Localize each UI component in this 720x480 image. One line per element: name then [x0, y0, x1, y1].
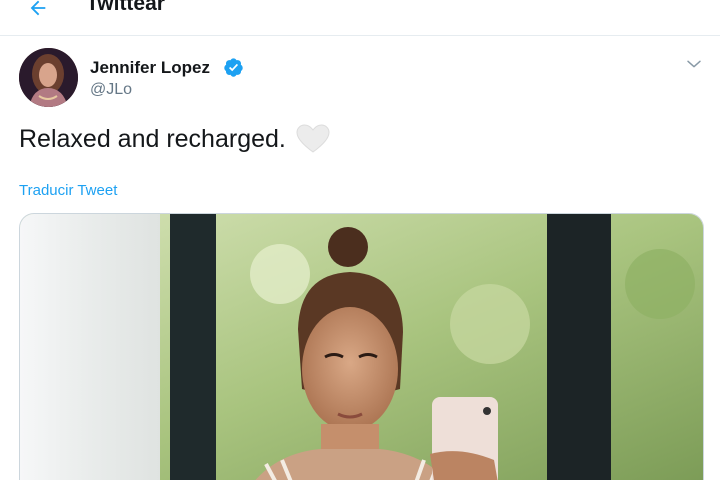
arrow-left-icon: [30, 0, 46, 16]
chevron-down-icon: [687, 60, 701, 68]
top-bar: Twittear: [0, 0, 720, 36]
page-title: Twittear: [86, 0, 165, 15]
tweet-text: Relaxed and recharged.: [19, 124, 330, 154]
author-handle[interactable]: @JLo: [90, 81, 132, 99]
author-name[interactable]: Jennifer Lopez: [90, 58, 210, 78]
white-heart-icon: [296, 124, 330, 153]
avatar[interactable]: [19, 48, 78, 107]
verified-badge-icon: [224, 58, 243, 77]
back-button[interactable]: [22, 0, 54, 24]
tweet-text-content: Relaxed and recharged.: [19, 125, 286, 153]
tweet-media-photo[interactable]: [19, 213, 704, 480]
tweet-menu-button[interactable]: [682, 52, 706, 76]
translate-tweet-link[interactable]: Traducir Tweet: [19, 182, 117, 199]
